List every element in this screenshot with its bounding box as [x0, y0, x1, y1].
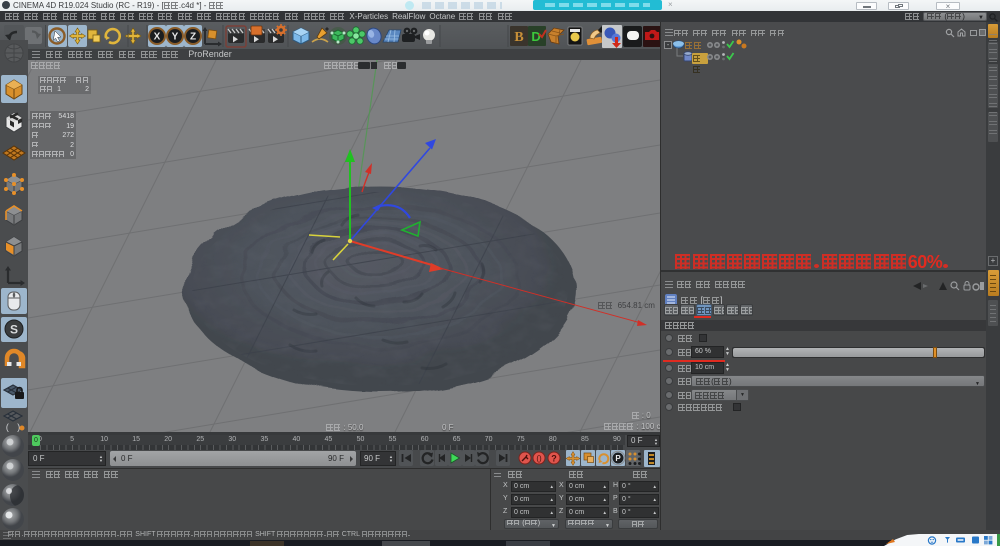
svg-text:P: P [615, 454, 621, 463]
svg-text:B: B [514, 30, 523, 45]
svg-text:(): () [536, 454, 542, 463]
svg-text:S: S [10, 323, 18, 337]
svg-text:D: D [531, 29, 540, 44]
svg-text:?: ? [551, 454, 557, 464]
svg-text:( ): ( ) [5, 423, 21, 433]
svg-text:Z: Z [190, 32, 196, 43]
svg-text:Y: Y [172, 32, 179, 43]
svg-text:X: X [154, 32, 161, 43]
